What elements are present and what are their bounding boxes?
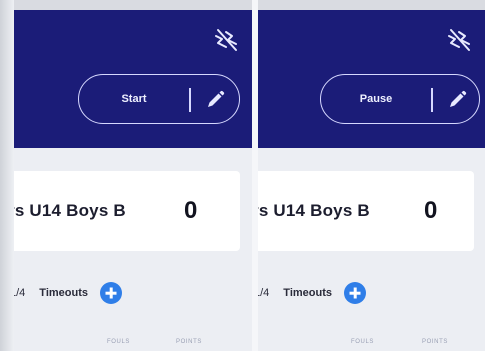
scoreboard-panel-left: Start rs U14 Boys B 0 1/4 Timeouts FOULS…	[14, 10, 252, 351]
team-score-card: rs U14 Boys B 0	[14, 171, 240, 251]
timeouts-label: Timeouts	[39, 287, 88, 299]
points-column-header: POINTS	[176, 339, 202, 345]
pause-control[interactable]: Pause	[320, 74, 480, 124]
screenshot-stage: Start rs U14 Boys B 0 1/4 Timeouts FOULS…	[0, 0, 485, 351]
device-left-edge	[0, 0, 14, 351]
pause-button[interactable]: Pause	[321, 75, 431, 123]
timeouts-label: Timeouts	[283, 287, 332, 299]
fouls-column-header: FOULS	[351, 339, 375, 345]
team-score: 0	[184, 197, 198, 224]
start-control[interactable]: Start	[78, 74, 240, 124]
control-separator	[189, 88, 191, 112]
timeouts-row: 1/4 Timeouts	[14, 280, 122, 306]
timeouts-count: 1/4	[14, 287, 26, 299]
team-score-card: rs U14 Boys B 0	[258, 171, 474, 251]
team-name: rs U14 Boys B	[258, 201, 370, 220]
fouls-column-header: FOULS	[107, 339, 131, 345]
no-signal-icon[interactable]	[445, 26, 473, 54]
device-top-edge	[0, 0, 485, 10]
pencil-icon[interactable]	[445, 88, 469, 112]
panel-header: Pause	[258, 10, 485, 148]
no-signal-icon[interactable]	[212, 26, 240, 54]
plus-icon[interactable]	[100, 282, 122, 304]
control-separator	[431, 88, 433, 112]
team-score: 0	[424, 197, 438, 224]
points-column-header: POINTS	[422, 339, 448, 345]
scoreboard-panel-right: Pause rs U14 Boys B 0 1/4 Timeouts FOULS…	[258, 10, 485, 351]
timeouts-row: 1/4 Timeouts	[258, 280, 366, 306]
start-button[interactable]: Start	[79, 75, 189, 123]
panel-header: Start	[14, 10, 252, 148]
plus-icon[interactable]	[344, 282, 366, 304]
pencil-icon[interactable]	[203, 88, 227, 112]
team-name: rs U14 Boys B	[14, 201, 126, 220]
timeouts-count: 1/4	[258, 287, 270, 299]
